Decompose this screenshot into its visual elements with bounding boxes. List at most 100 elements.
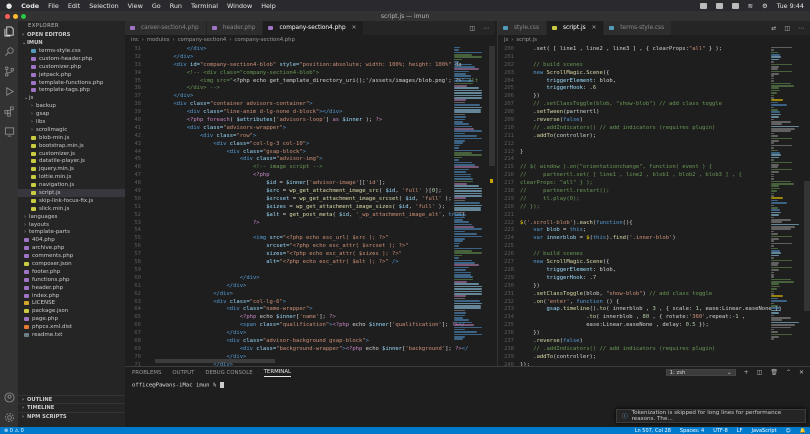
- file-tree-item[interactable]: › languages: [18, 213, 125, 221]
- editor-tab[interactable]: terms-style.css: [604, 21, 673, 35]
- remote-explorer-icon[interactable]: [3, 125, 15, 137]
- encoding[interactable]: UTF-8: [713, 428, 728, 434]
- trash-icon[interactable]: 🗑: [770, 369, 778, 376]
- editor-tab[interactable]: header.php: [206, 21, 264, 35]
- file-tree-item[interactable]: functions.php: [18, 276, 125, 284]
- minimize-window-button[interactable]: [13, 13, 18, 19]
- file-tree-item[interactable]: 404.php: [18, 236, 125, 244]
- file-tree-item[interactable]: custom-header.php: [18, 55, 125, 63]
- file-tree-item[interactable]: script.js: [18, 189, 125, 197]
- npm-scripts-section[interactable]: › NPM SCRIPTS: [18, 412, 125, 420]
- cursor-position[interactable]: Ln 507, Col 28: [635, 428, 671, 434]
- explorer-icon[interactable]: [3, 25, 15, 37]
- run-debug-icon[interactable]: [3, 85, 15, 97]
- minimap[interactable]: [768, 46, 804, 366]
- feedback-icon[interactable]: ☺: [786, 428, 791, 434]
- tray-icon[interactable]: [731, 2, 739, 9]
- file-tree-item[interactable]: comments.php: [18, 252, 125, 260]
- scrollbar[interactable]: [489, 46, 495, 166]
- breadcrumb-item[interactable]: company-section4.php: [234, 37, 294, 43]
- breadcrumb-item[interactable]: js: [504, 37, 508, 43]
- file-tree-item[interactable]: customizer.js: [18, 150, 125, 158]
- zoom-window-button[interactable]: [21, 13, 26, 19]
- breadcrumb-item[interactable]: inc: [131, 37, 139, 43]
- file-tree-item[interactable]: package.json: [18, 307, 125, 315]
- file-tree-item[interactable]: template-tags.php: [18, 86, 125, 94]
- file-tree-item[interactable]: › backup: [18, 102, 125, 110]
- file-tree-item[interactable]: › template-parts: [18, 228, 125, 236]
- app-menu[interactable]: Code: [21, 2, 39, 10]
- maximize-panel-icon[interactable]: ⌃: [786, 369, 791, 376]
- language-mode[interactable]: JavaScript: [751, 428, 776, 434]
- tray-icon[interactable]: [699, 2, 707, 9]
- bell-icon[interactable]: 🔔: [800, 428, 806, 434]
- editor-tab[interactable]: company-section4.php ✕: [263, 21, 365, 35]
- compare-icon[interactable]: ⇄: [771, 25, 776, 32]
- panel-tab-problems[interactable]: PROBLEMS: [132, 370, 161, 376]
- more-actions-icon[interactable]: ⋯: [798, 25, 804, 32]
- scrollbar[interactable]: [804, 181, 810, 311]
- manage-gear-icon[interactable]: [3, 411, 15, 423]
- menu-window[interactable]: Window: [227, 2, 252, 10]
- minimap[interactable]: [451, 46, 487, 366]
- horizontal-scrollbar[interactable]: [155, 359, 275, 363]
- file-tree-item[interactable]: ⌄ js: [18, 94, 125, 102]
- apple-icon[interactable]: ●: [6, 2, 12, 10]
- file-tree-item[interactable]: page.php: [18, 315, 125, 323]
- extensions-icon[interactable]: [3, 105, 15, 117]
- file-tree-item[interactable]: skip-link-focus-fix.js: [18, 197, 125, 205]
- timeline-section[interactable]: › TIMELINE: [18, 403, 125, 411]
- close-panel-icon[interactable]: ✕: [799, 369, 804, 376]
- menu-edit[interactable]: Edit: [68, 2, 80, 10]
- file-tree-item[interactable]: jquery.min.js: [18, 165, 125, 173]
- file-tree-item[interactable]: blob-min.js: [18, 134, 125, 142]
- file-tree-item[interactable]: composer.json: [18, 260, 125, 268]
- file-tree-item[interactable]: › layouts: [18, 221, 125, 229]
- menu-view[interactable]: View: [128, 2, 143, 10]
- menu-file[interactable]: File: [48, 2, 59, 10]
- indentation[interactable]: Spaces: 4: [680, 428, 704, 434]
- file-tree-item[interactable]: header.php: [18, 284, 125, 292]
- line-ending[interactable]: LF: [737, 428, 743, 434]
- file-tree-item[interactable]: › gsap: [18, 110, 125, 118]
- terminal-select[interactable]: 1: zsh ⌄: [665, 369, 736, 376]
- file-tree-item[interactable]: readme.txt: [18, 331, 125, 339]
- workspace-root[interactable]: ⌄ IMUN: [18, 39, 125, 47]
- file-tree-item[interactable]: slick.min.js: [18, 205, 125, 213]
- menu-selection[interactable]: Selection: [89, 2, 118, 10]
- close-icon[interactable]: ✕: [352, 25, 357, 31]
- file-tree-item[interactable]: lottie.min.js: [18, 173, 125, 181]
- wifi-icon[interactable]: ≋: [748, 2, 753, 10]
- notification-toast[interactable]: ⓘ Tokenization is skipped for long lines…: [616, 409, 806, 423]
- file-tree-item[interactable]: › libs: [18, 118, 125, 126]
- close-icon[interactable]: ✕: [592, 25, 597, 31]
- breadcrumb-item[interactable]: company-section4: [178, 37, 227, 43]
- file-tree-item[interactable]: footer.php: [18, 268, 125, 276]
- file-tree-item[interactable]: customizer.php: [18, 63, 125, 71]
- file-tree-item[interactable]: › scrollmagic: [18, 126, 125, 134]
- problems-status[interactable]: ⊗ 0 ⚠ 0: [4, 428, 24, 434]
- code-area[interactable]: 200 .set( [ line1 , line2 , line3 ] , { …: [498, 46, 810, 366]
- file-tree-item[interactable]: terms-style.css: [18, 47, 125, 55]
- editor-tab[interactable]: script.js ✕: [546, 21, 605, 35]
- split-terminal-icon[interactable]: ◫: [757, 369, 763, 376]
- file-tree-item[interactable]: LICENSE: [18, 300, 125, 308]
- more-actions-icon[interactable]: ⋯: [483, 25, 489, 32]
- control-center-icon[interactable]: ⚙: [762, 2, 768, 10]
- file-tree-item[interactable]: template-functions.php: [18, 79, 125, 87]
- file-tree-item[interactable]: datatile-player.js: [18, 157, 125, 165]
- file-tree-item[interactable]: phpcs.xml.dist: [18, 323, 125, 331]
- close-window-button[interactable]: [5, 13, 10, 19]
- clock[interactable]: Tue 9:44: [777, 2, 804, 10]
- source-control-icon[interactable]: [3, 65, 15, 77]
- outline-section[interactable]: › OUTLINE: [18, 395, 125, 403]
- panel-tab-terminal[interactable]: TERMINAL: [263, 369, 292, 377]
- split-editor-icon[interactable]: ◫: [469, 25, 475, 32]
- file-tree-item[interactable]: bootstrap.min.js: [18, 142, 125, 150]
- split-editor-icon[interactable]: ◫: [784, 25, 790, 32]
- search-icon[interactable]: [3, 45, 15, 57]
- breadcrumb-item[interactable]: script.js: [516, 37, 537, 43]
- open-editors-section[interactable]: › OPEN EDITORS: [18, 31, 125, 39]
- add-terminal-icon[interactable]: +: [744, 369, 749, 376]
- editor-tab[interactable]: career-section4.php: [125, 21, 207, 35]
